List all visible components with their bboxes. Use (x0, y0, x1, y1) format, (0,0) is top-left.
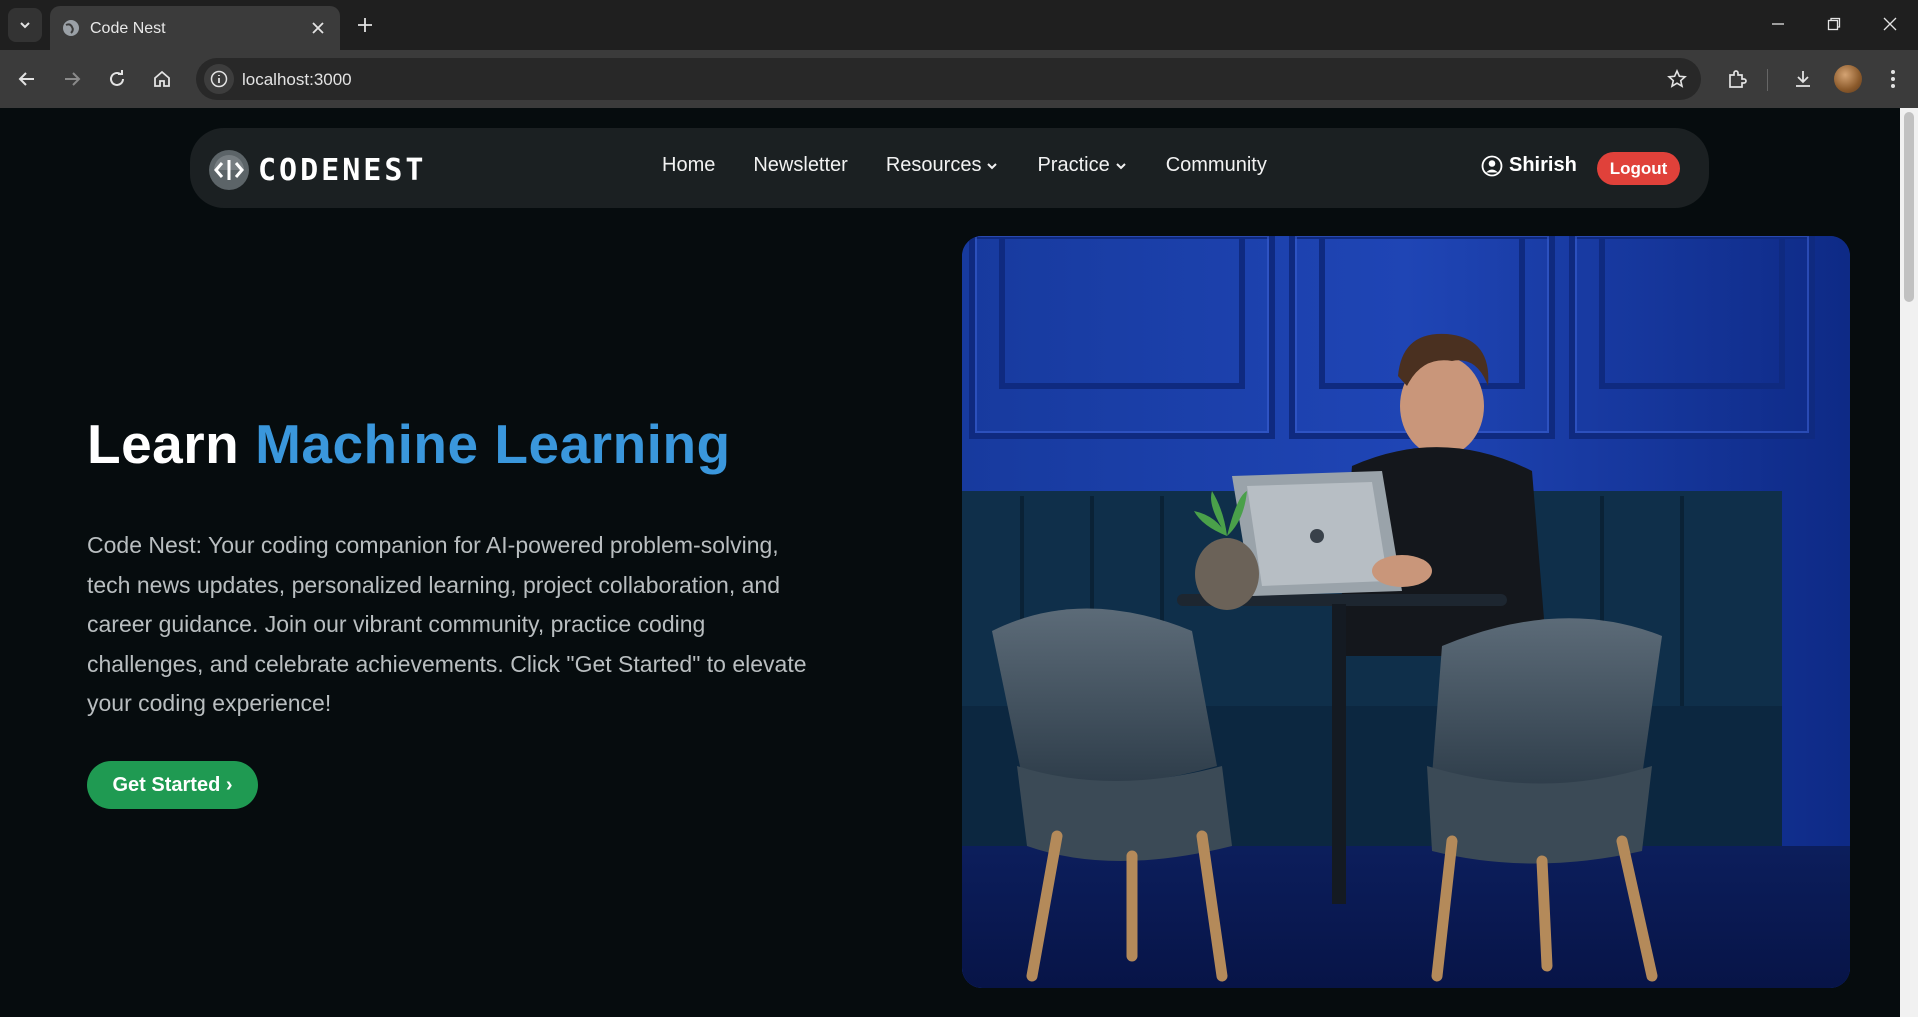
downloads-button[interactable] (1788, 64, 1818, 94)
minimize-icon (1772, 23, 1784, 25)
info-icon (210, 70, 228, 88)
url-text: localhost:3000 (242, 70, 352, 89)
code-logo-icon (209, 150, 249, 190)
hero-description: Code Nest: Your coding companion for AI-… (87, 532, 807, 716)
restore-icon (1827, 17, 1841, 31)
browser-tab[interactable]: Code Nest (50, 6, 340, 50)
hero-title-accent: Machine Learning (255, 413, 731, 475)
globe-icon (63, 20, 79, 36)
site-logo[interactable]: CODENEST (208, 149, 427, 191)
hero-photo-illustration (962, 236, 1850, 988)
hero-title-prefix: Learn (87, 413, 240, 475)
close-icon (312, 22, 324, 34)
nav-practice-label: Practice (1037, 154, 1110, 176)
window-close-icon (1883, 17, 1897, 31)
nav-community[interactable]: Community (1166, 154, 1267, 177)
reload-button[interactable] (99, 61, 135, 97)
site-navbar: CODENEST Home Newsletter Resources Pract… (190, 128, 1709, 208)
more-icon (1891, 70, 1895, 88)
forward-icon (65, 72, 81, 86)
home-icon (154, 70, 170, 87)
nav-resources-dropdown[interactable]: Resources (886, 154, 1000, 177)
browser-toolbar: localhost:3000 (0, 50, 1918, 108)
forward-button[interactable] (54, 61, 90, 97)
browser-tabstrip: Code Nest (0, 0, 1918, 50)
back-button[interactable] (9, 61, 45, 97)
tab-title: Code Nest (90, 20, 166, 37)
star-icon (1667, 69, 1687, 88)
page-viewport: CODENEST Home Newsletter Resources Pract… (0, 108, 1900, 1017)
scrollbar-thumb[interactable] (1904, 112, 1914, 302)
profile-avatar[interactable] (1834, 65, 1862, 93)
nav-links: Home Newsletter Resources Practice Commu… (662, 154, 1305, 177)
back-icon (18, 72, 34, 86)
logo-text: CODENEST (258, 152, 427, 188)
user-circle-icon (1481, 155, 1503, 176)
hero-title: Learn Machine Learning (87, 412, 731, 476)
chevron-down-icon (1115, 162, 1126, 169)
page-scrollbar[interactable] (1900, 108, 1918, 1017)
minimize-button[interactable] (1758, 8, 1798, 40)
home-button[interactable] (144, 61, 180, 97)
nav-home[interactable]: Home (662, 154, 715, 177)
reload-icon (110, 70, 124, 86)
nav-resources-label: Resources (885, 154, 982, 176)
extensions-icon (1729, 70, 1747, 88)
restore-button[interactable] (1814, 8, 1854, 40)
logout-button[interactable]: Logout (1597, 152, 1680, 185)
plus-icon (358, 18, 372, 32)
site-info-button[interactable] (204, 64, 234, 94)
address-bar[interactable]: localhost:3000 (196, 58, 1701, 100)
download-icon (1796, 71, 1810, 87)
user-name: Shirish (1509, 154, 1577, 176)
nav-newsletter[interactable]: Newsletter (753, 154, 847, 177)
chevron-down-icon (20, 22, 30, 29)
toolbar-divider (1767, 69, 1768, 91)
get-started-button[interactable]: Get Started › (87, 761, 258, 809)
user-profile[interactable]: Shirish (1481, 154, 1577, 177)
extensions-button[interactable] (1722, 64, 1752, 94)
tab-search-button[interactable] (8, 8, 42, 42)
window-close-button[interactable] (1870, 8, 1910, 40)
new-tab-button[interactable] (352, 12, 378, 38)
tab-close-button[interactable] (306, 16, 330, 40)
bookmark-button[interactable] (1665, 67, 1689, 91)
nav-practice-dropdown[interactable]: Practice (1037, 154, 1127, 177)
hero-image (962, 236, 1850, 988)
chevron-down-icon (987, 162, 998, 169)
menu-button[interactable] (1878, 64, 1908, 94)
